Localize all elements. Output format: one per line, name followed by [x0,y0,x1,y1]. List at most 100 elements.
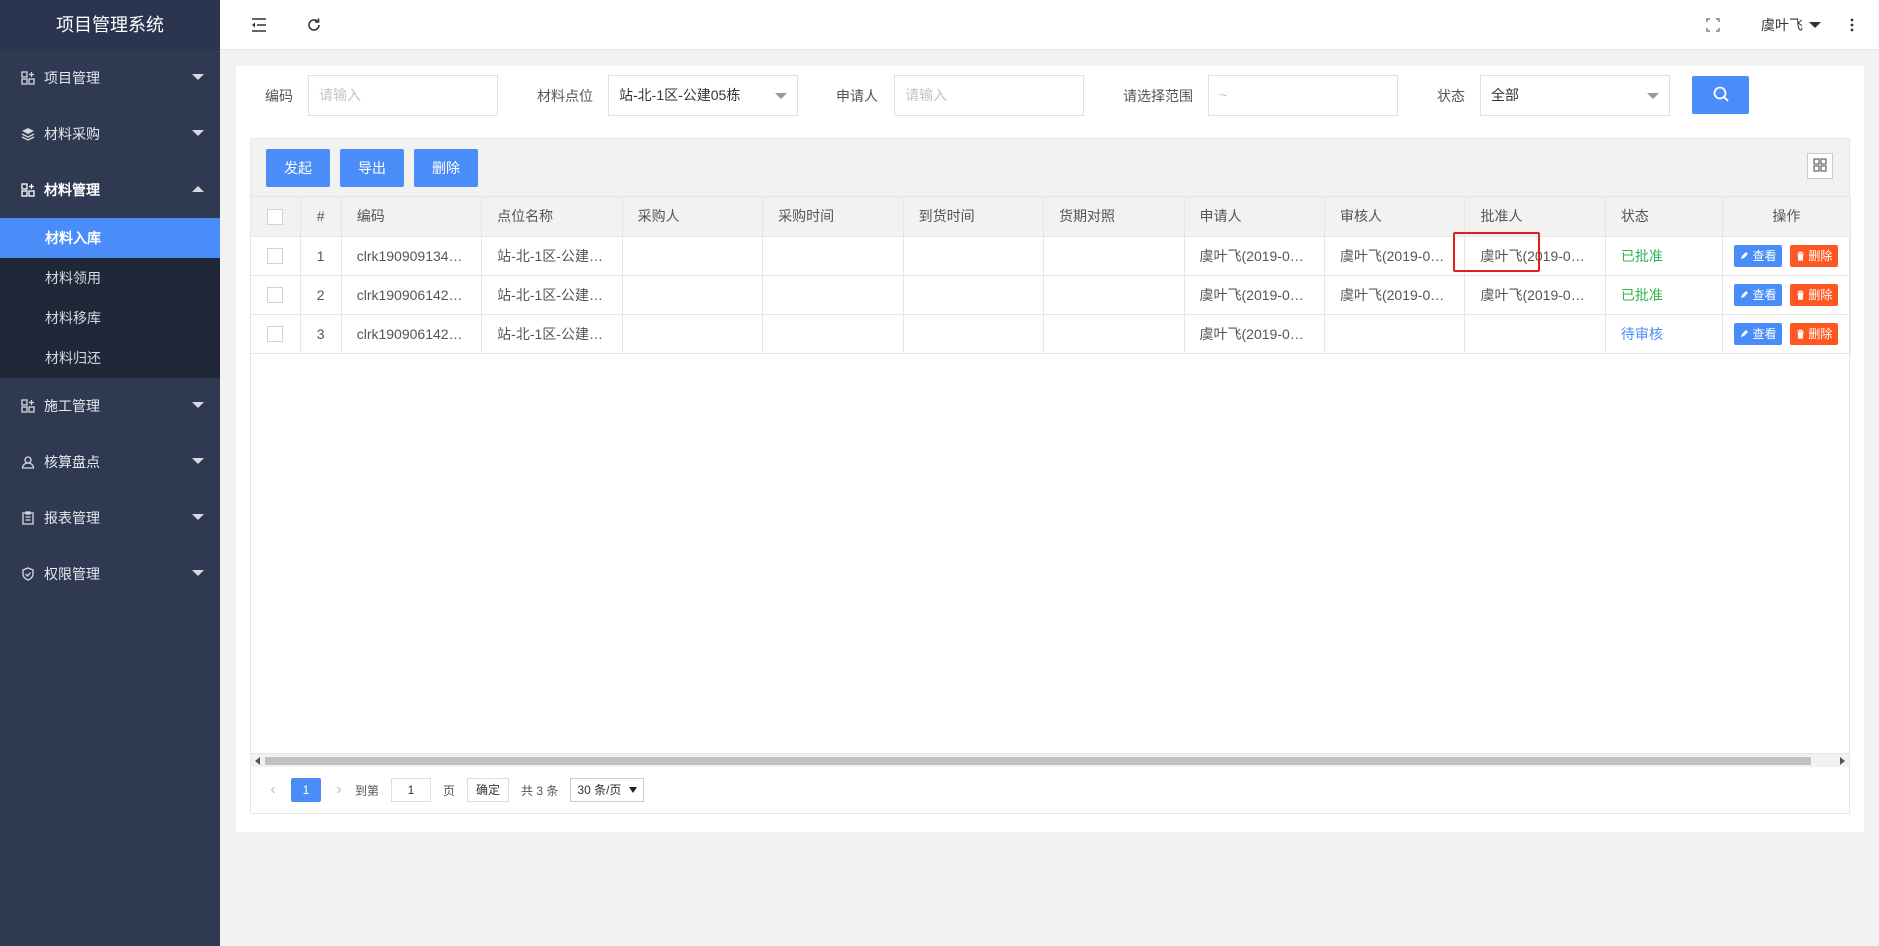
status-label: 状态 [1437,88,1465,104]
page-size-select[interactable]: 30 条/页 [570,778,645,802]
user-icon [20,454,36,470]
chevron-down-icon [192,570,204,576]
sidebar-item-accounting[interactable]: 核算盘点 [0,434,220,490]
filter-bar: 编码 请输入 材料点位 站-北-1区-公建05栋 申请人 请输入 请选择范围 ~… [236,66,1864,136]
cell-status: 待审核 [1605,314,1723,354]
fullscreen-icon[interactable] [1702,14,1724,36]
chevron-down-icon [1647,93,1659,99]
column-header: 审核人 [1324,197,1466,237]
more-vertical-icon[interactable] [1841,14,1863,36]
sidebar-item-permissions[interactable]: 权限管理 [0,546,220,602]
chevron-down-icon [192,514,204,520]
sidebar-item-project[interactable]: 项目管理 [0,50,220,106]
row-checkbox[interactable] [267,326,284,343]
cell-compare [1043,314,1185,354]
edit-icon [1741,291,1749,298]
edit-icon [1741,252,1749,259]
scroll-right-icon[interactable] [1840,757,1845,765]
cell-code: clrk190909134… [341,236,483,276]
chevron-down-icon [192,130,204,136]
code-label: 编码 [265,88,293,104]
cell-applicant: 虞叶飞(2019-0… [1184,236,1325,276]
chevron-down-icon [192,402,204,408]
cell-arrive-time [903,275,1045,315]
search-button[interactable] [1692,76,1749,114]
row-delete-button-label: 删除 [1808,288,1833,302]
cell-status: 已批准 [1605,236,1723,276]
cell-buyer [622,236,764,276]
sidebar-subitem-transfer[interactable]: 材料移库 [0,298,220,338]
code-input[interactable]: 请输入 [308,75,498,116]
sidebar-item-construction[interactable]: 施工管理 [0,378,220,434]
chevron-down-icon [192,458,204,464]
app-title: 项目管理系统 [0,0,220,50]
column-header: 状态 [1605,197,1723,237]
goto-confirm-button[interactable]: 确定 [467,778,510,802]
launch-button[interactable]: 发起 [266,149,330,187]
column-filter-button[interactable] [1807,153,1833,179]
scrollbar-thumb[interactable] [265,757,1811,765]
status-select-value: 全部 [1491,87,1519,103]
prev-page-icon[interactable]: ‹ [263,781,283,799]
cell-buy-time [762,275,904,315]
cell-applicant: 虞叶飞(2019-0… [1184,275,1325,315]
page-number-current[interactable]: 1 [291,778,321,802]
export-button[interactable]: 导出 [340,149,404,187]
sidebar-item-label: 核算盘点 [44,454,100,470]
shield-icon [20,566,36,582]
row-checkbox[interactable] [267,248,284,265]
chevron-down-icon [775,93,787,99]
scroll-left-icon[interactable] [255,757,260,765]
next-page-icon[interactable]: › [329,781,349,799]
delete-button[interactable]: 删除 [414,149,478,187]
column-header: 采购人 [622,197,764,237]
status-select[interactable]: 全部 [1480,75,1670,116]
column-header: 点位名称 [481,197,623,237]
cell-buy-time [762,236,904,276]
cell-site: 站-北-1区-公建… [481,275,623,315]
cell-compare [1043,275,1185,315]
sidebar-item-label: 材料采购 [44,126,100,142]
sidebar-item-material[interactable]: 材料管理 [0,162,220,218]
row-index: 1 [300,236,342,276]
applicant-input[interactable]: 请输入 [894,75,1084,116]
row-delete-button[interactable]: 删除 [1790,244,1839,267]
sidebar-subitem-inbound[interactable]: 材料入库 [0,218,220,258]
column-header: 编码 [341,197,483,237]
sidebar-subitem-return[interactable]: 材料归还 [0,338,220,378]
sidebar-item-purchase[interactable]: 材料采购 [0,106,220,162]
sidebar-item-label: 报表管理 [44,510,100,526]
refresh-icon[interactable] [303,14,325,36]
table-header-row: # 编码 点位名称 采购人 采购时间 到货时间 货期对照 申请人 审核人 批准人… [251,197,1852,237]
view-button[interactable]: 查看 [1734,283,1783,306]
cell-approver [1464,314,1606,354]
column-header: 操作 [1722,197,1852,237]
column-header: 货期对照 [1043,197,1185,237]
row-checkbox[interactable] [267,287,284,304]
date-range-input[interactable]: ~ [1208,75,1398,116]
sidebar-subitem-requisition[interactable]: 材料领用 [0,258,220,298]
goto-page-input[interactable]: 1 [391,778,432,802]
row-delete-button[interactable]: 删除 [1790,283,1839,306]
site-select-value: 站-北-1区-公建05栋 [619,87,741,103]
sidebar-item-reports[interactable]: 报表管理 [0,490,220,546]
view-button[interactable]: 查看 [1734,244,1783,267]
select-all-checkbox[interactable] [267,208,284,225]
submenu-material: 材料入库 材料领用 材料移库 材料归还 [0,218,220,378]
site-select[interactable]: 站-北-1区-公建05栋 [608,75,798,116]
main-card: 编码 请输入 材料点位 站-北-1区-公建05栋 申请人 请输入 请选择范围 ~… [236,66,1864,832]
user-menu[interactable]: 虞叶飞 [1761,15,1821,35]
row-delete-button[interactable]: 删除 [1790,322,1839,345]
header-checkbox-cell [251,197,301,237]
menu-collapse-icon[interactable] [248,14,270,36]
cell-approver: 虞叶飞(2019-0… [1464,275,1606,315]
cell-applicant: 虞叶飞(2019-0… [1184,314,1325,354]
row-checkbox-cell [251,236,301,276]
view-button[interactable]: 查看 [1734,322,1783,345]
horizontal-scrollbar[interactable] [251,753,1849,767]
chevron-down-icon [1809,22,1821,28]
grid-plus-icon [20,398,36,414]
row-index: 3 [300,314,342,354]
goto-label: 到第 [355,783,380,798]
sidebar-item-label: 施工管理 [44,398,100,414]
